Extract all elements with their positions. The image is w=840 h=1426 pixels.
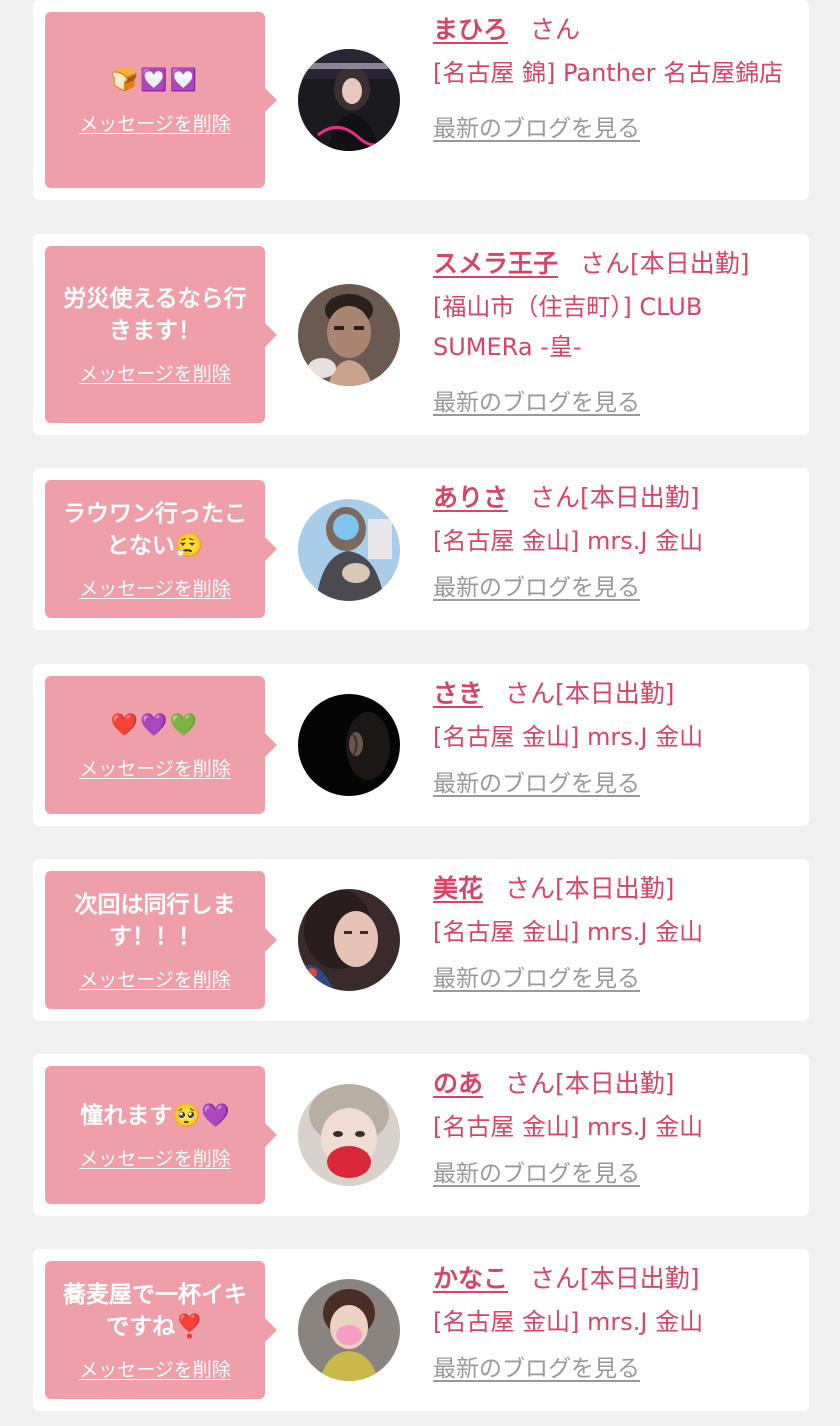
message-card: 蕎麦屋で一杯イキですね❣️ メッセージを削除 かなこ さん[本日出勤] [名古屋 … bbox=[33, 1249, 809, 1411]
avatar[interactable] bbox=[298, 499, 400, 601]
cast-info: まひろ さん [名古屋 錦] Panther 名古屋錦店 最新のブログを見る bbox=[433, 10, 789, 146]
name-line: スメラ王子 さん[本日出勤] bbox=[433, 244, 789, 284]
honorific: さん bbox=[530, 483, 581, 512]
message-card: ラウワン行ったことない😮‍💨 メッセージを削除 ありさ さん[本日出勤] [名古屋… bbox=[33, 468, 809, 630]
avatar-photo bbox=[298, 694, 400, 796]
avatar[interactable] bbox=[298, 694, 400, 796]
honorific: さん bbox=[505, 874, 556, 903]
message-text: 労災使えるなら行きます！ bbox=[63, 286, 247, 344]
cast-info: ありさ さん[本日出勤] [名古屋 金山] mrs.J 金山 最新のブログを見る bbox=[433, 478, 789, 605]
cast-name-link[interactable]: さき bbox=[433, 679, 483, 708]
avatar-photo bbox=[298, 1279, 400, 1381]
delete-message-link[interactable]: メッセージを削除 bbox=[79, 754, 231, 781]
message-card: 次回は同行します！！！ メッセージを削除 美花 さん[本日出勤] [名古屋 金山]… bbox=[33, 859, 809, 1021]
avatar-photo bbox=[298, 889, 400, 991]
avatar[interactable] bbox=[298, 1279, 400, 1381]
message-bubble: 🍞💟💟 メッセージを削除 bbox=[45, 12, 277, 188]
message-text: 蕎麦屋で一杯イキですね❣️ bbox=[63, 1281, 247, 1340]
avatar[interactable] bbox=[298, 889, 400, 991]
message-bubble: 次回は同行します！！！ メッセージを削除 bbox=[45, 871, 277, 1009]
delete-message-link[interactable]: メッセージを削除 bbox=[79, 965, 231, 992]
message-text: 次回は同行します！！！ bbox=[74, 891, 236, 950]
name-line: ありさ さん[本日出勤] bbox=[433, 478, 789, 518]
latest-blog-link[interactable]: 最新のブログを見る bbox=[433, 571, 640, 605]
latest-blog-link[interactable]: 最新のブログを見る bbox=[433, 1352, 640, 1386]
delete-message-link[interactable]: メッセージを削除 bbox=[79, 574, 231, 601]
message-list: 🍞💟💟 メッセージを削除 まひろ さん [名古屋 錦] Panther 名古屋錦店… bbox=[0, 0, 840, 1426]
delete-message-link[interactable]: メッセージを削除 bbox=[79, 1144, 231, 1171]
avatar-photo bbox=[298, 49, 400, 151]
honorific: さん bbox=[530, 15, 581, 44]
shop-name: [名古屋 金山] mrs.J 金山 bbox=[433, 1308, 704, 1336]
message-card: 憧れます🥺💜 メッセージを削除 のあ さん[本日出勤] [名古屋 金山] mrs.… bbox=[33, 1054, 809, 1216]
attendance-status: [本日出勤] bbox=[630, 249, 750, 278]
honorific: さん bbox=[530, 1264, 581, 1293]
shop-name: [名古屋 金山] mrs.J 金山 bbox=[433, 723, 704, 751]
shop-name: [名古屋 錦] Panther 名古屋錦店 bbox=[433, 59, 784, 87]
honorific: さん bbox=[505, 679, 556, 708]
avatar-photo bbox=[298, 499, 400, 601]
shop-name: [福山市（住吉町）] CLUB SUMERa -皇- bbox=[433, 293, 703, 361]
cast-name-link[interactable]: のあ bbox=[433, 1069, 483, 1098]
message-text: 🍞💟💟 bbox=[110, 67, 200, 93]
shop-name: [名古屋 金山] mrs.J 金山 bbox=[433, 918, 704, 946]
latest-blog-link[interactable]: 最新のブログを見る bbox=[433, 112, 640, 146]
cast-info: 美花 さん[本日出勤] [名古屋 金山] mrs.J 金山 最新のブログを見る bbox=[433, 869, 789, 996]
latest-blog-link[interactable]: 最新のブログを見る bbox=[433, 386, 640, 420]
delete-message-link[interactable]: メッセージを削除 bbox=[79, 109, 231, 136]
message-text: 憧れます🥺💜 bbox=[80, 1102, 230, 1129]
message-text: ラウワン行ったことない😮‍💨 bbox=[63, 500, 247, 559]
avatar[interactable] bbox=[298, 49, 400, 151]
cast-info: スメラ王子 さん[本日出勤] [福山市（住吉町）] CLUB SUMERa -皇-… bbox=[433, 244, 789, 420]
attendance-status: [本日出勤] bbox=[580, 483, 700, 512]
delete-message-link[interactable]: メッセージを削除 bbox=[79, 1355, 231, 1382]
message-bubble: 労災使えるなら行きます！ メッセージを削除 bbox=[45, 246, 277, 423]
cast-name-link[interactable]: 美花 bbox=[433, 874, 483, 903]
name-line: かなこ さん[本日出勤] bbox=[433, 1259, 789, 1299]
message-card: 労災使えるなら行きます！ メッセージを削除 スメラ王子 さん[本日出勤] [福山市… bbox=[33, 234, 809, 435]
attendance-status: [本日出勤] bbox=[555, 679, 675, 708]
message-bubble: ラウワン行ったことない😮‍💨 メッセージを削除 bbox=[45, 480, 277, 618]
name-line: 美花 さん[本日出勤] bbox=[433, 869, 789, 909]
message-bubble: 憧れます🥺💜 メッセージを削除 bbox=[45, 1066, 277, 1204]
cast-info: さき さん[本日出勤] [名古屋 金山] mrs.J 金山 最新のブログを見る bbox=[433, 674, 789, 801]
cast-name-link[interactable]: ありさ bbox=[433, 483, 508, 512]
shop-name: [名古屋 金山] mrs.J 金山 bbox=[433, 1113, 704, 1141]
name-line: まひろ さん bbox=[433, 10, 789, 50]
name-line: さき さん[本日出勤] bbox=[433, 674, 789, 714]
cast-name-link[interactable]: スメラ王子 bbox=[433, 249, 558, 278]
name-line: のあ さん[本日出勤] bbox=[433, 1064, 789, 1104]
message-card: 🍞💟💟 メッセージを削除 まひろ さん [名古屋 錦] Panther 名古屋錦店… bbox=[33, 0, 809, 200]
cast-name-link[interactable]: まひろ bbox=[433, 15, 508, 44]
cast-info: かなこ さん[本日出勤] [名古屋 金山] mrs.J 金山 最新のブログを見る bbox=[433, 1259, 789, 1386]
latest-blog-link[interactable]: 最新のブログを見る bbox=[433, 767, 640, 801]
avatar[interactable] bbox=[298, 284, 400, 386]
shop-name: [名古屋 金山] mrs.J 金山 bbox=[433, 527, 704, 555]
message-bubble: ❤️💜💚 メッセージを削除 bbox=[45, 676, 277, 814]
attendance-status: [本日出勤] bbox=[555, 1069, 675, 1098]
attendance-status: [本日出勤] bbox=[555, 874, 675, 903]
message-text: ❤️💜💚 bbox=[110, 712, 200, 738]
honorific: さん bbox=[580, 249, 631, 278]
cast-info: のあ さん[本日出勤] [名古屋 金山] mrs.J 金山 最新のブログを見る bbox=[433, 1064, 789, 1191]
avatar[interactable] bbox=[298, 1084, 400, 1186]
delete-message-link[interactable]: メッセージを削除 bbox=[79, 359, 231, 386]
message-bubble: 蕎麦屋で一杯イキですね❣️ メッセージを削除 bbox=[45, 1261, 277, 1399]
attendance-status: [本日出勤] bbox=[580, 1264, 700, 1293]
latest-blog-link[interactable]: 最新のブログを見る bbox=[433, 1157, 640, 1191]
honorific: さん bbox=[505, 1069, 556, 1098]
avatar-photo bbox=[298, 284, 400, 386]
avatar-photo bbox=[298, 1084, 400, 1186]
latest-blog-link[interactable]: 最新のブログを見る bbox=[433, 962, 640, 996]
message-card: ❤️💜💚 メッセージを削除 さき さん[本日出勤] [名古屋 金山] mrs.J … bbox=[33, 664, 809, 826]
cast-name-link[interactable]: かなこ bbox=[433, 1264, 508, 1293]
